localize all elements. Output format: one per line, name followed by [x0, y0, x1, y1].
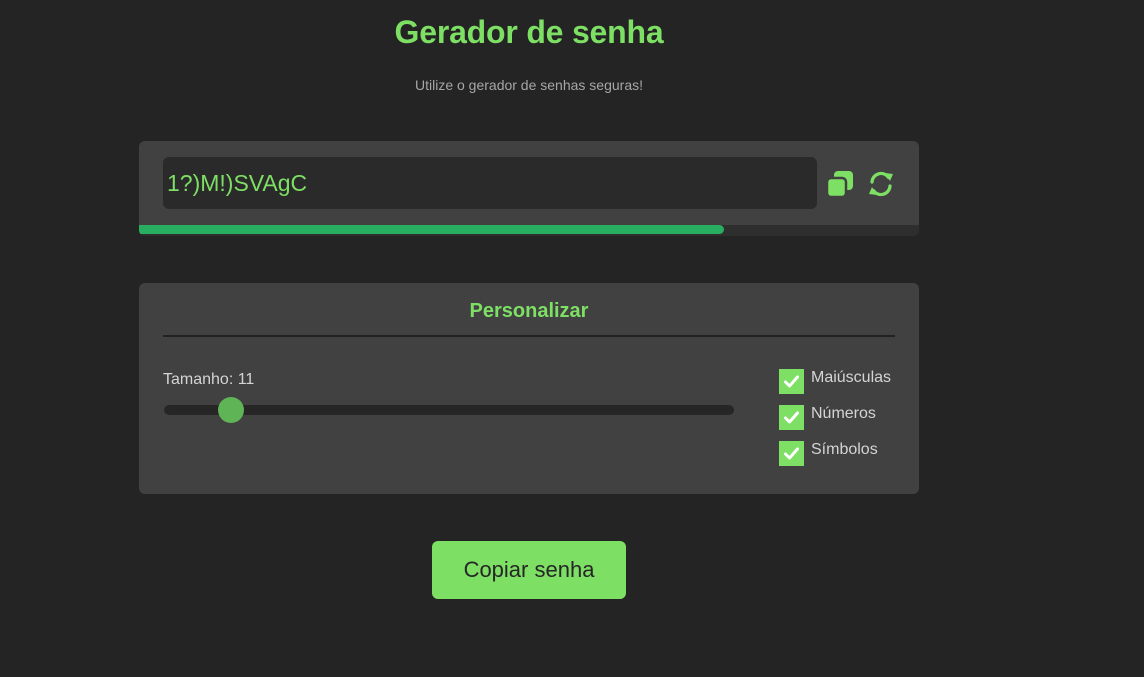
length-slider-thumb[interactable] [217, 397, 244, 423]
uppercase-label: Maiúsculas [811, 369, 892, 386]
password-card [139, 141, 919, 236]
page-subtitle: Utilize o gerador de senhas seguras! [414, 77, 644, 93]
symbols-label: Símbolos [811, 441, 878, 458]
page-title: Gerador de senha [394, 14, 664, 50]
length-label: Tamanho: 11 [163, 371, 255, 388]
numbers-label: Números [811, 405, 876, 422]
check-icon [784, 447, 799, 460]
copy-icon[interactable] [823, 167, 857, 201]
copy-password-button[interactable]: Copiar senha [432, 541, 626, 599]
customize-card: Personalizar Tamanho: 11 Maiúsculas Núme… [139, 283, 919, 494]
strength-bar-fill [139, 225, 724, 234]
divider [163, 335, 895, 337]
option-symbols[interactable]: Símbolos [779, 440, 891, 476]
uppercase-checkbox[interactable] [779, 369, 804, 394]
numbers-checkbox[interactable] [779, 405, 804, 430]
option-numbers[interactable]: Números [779, 404, 891, 440]
refresh-icon[interactable] [864, 167, 898, 201]
check-icon [784, 411, 799, 424]
options-list: Maiúsculas Números Símbolos [779, 368, 891, 476]
password-field[interactable] [163, 157, 817, 209]
customize-title: Personalizar [469, 300, 589, 322]
option-uppercase[interactable]: Maiúsculas [779, 368, 891, 404]
length-slider[interactable] [164, 397, 734, 423]
check-icon [784, 375, 799, 388]
strength-bar [139, 225, 919, 236]
page: Gerador de senha Utilize o gerador de se… [0, 0, 1144, 677]
symbols-checkbox[interactable] [779, 441, 804, 466]
